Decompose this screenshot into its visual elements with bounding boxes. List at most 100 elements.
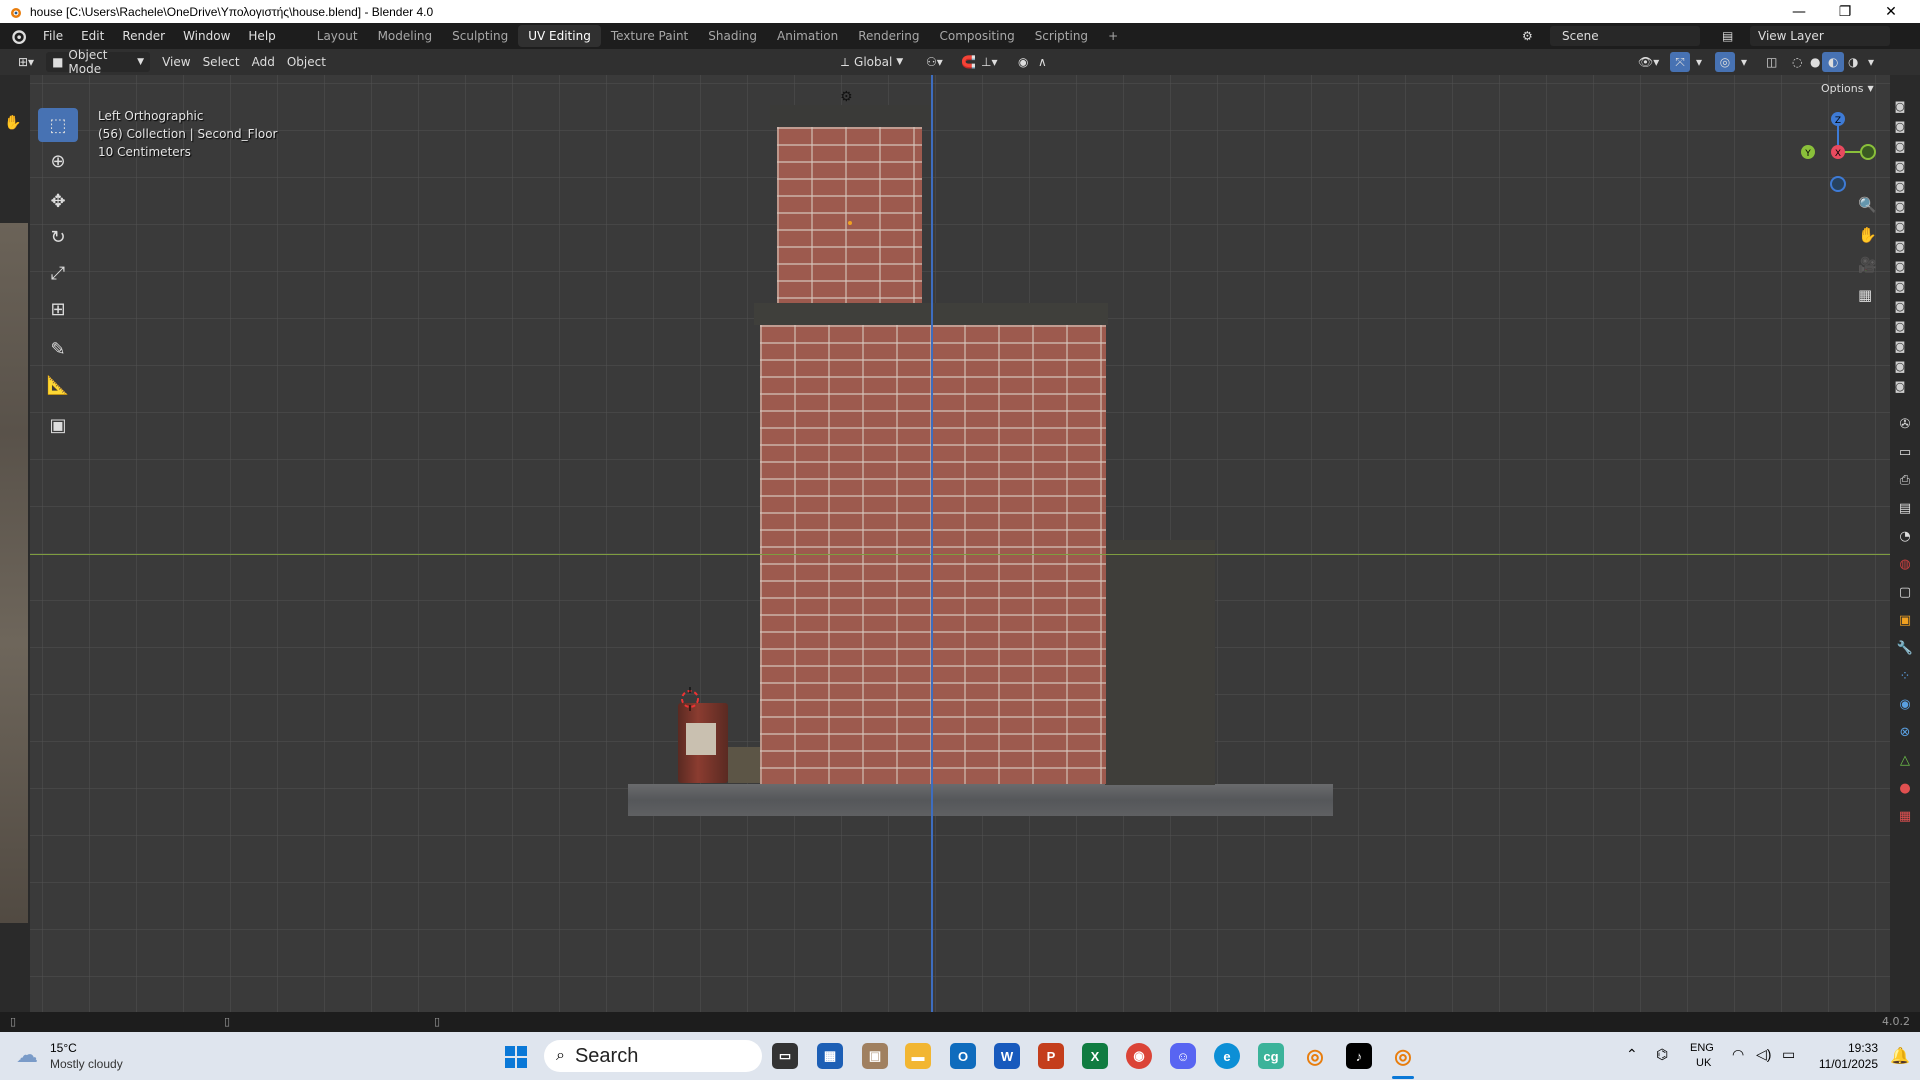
- shading-dropdown-icon[interactable]: ▾: [1862, 52, 1880, 72]
- notification-bell-icon[interactable]: 🔔: [1890, 1046, 1910, 1066]
- minimize-button[interactable]: —: [1776, 0, 1822, 23]
- tab-shading[interactable]: Shading: [698, 25, 767, 47]
- move-tool-icon[interactable]: ✥: [38, 184, 78, 218]
- camera-view-icon[interactable]: 🎥: [1858, 256, 1877, 274]
- weather-icon[interactable]: ☁: [16, 1042, 38, 1068]
- tab-compositing[interactable]: Compositing: [929, 25, 1024, 47]
- add-menu[interactable]: Add: [246, 52, 281, 72]
- outliner-camera-icon[interactable]: ◙: [1892, 360, 1908, 373]
- measure-tool-icon[interactable]: 📐: [38, 368, 78, 402]
- outliner-camera-icon[interactable]: ◙: [1892, 180, 1908, 193]
- outliner-camera-icon[interactable]: ◙: [1892, 380, 1908, 393]
- word-icon[interactable]: W: [994, 1043, 1020, 1069]
- edge-icon[interactable]: e: [1214, 1043, 1240, 1069]
- roof-slab[interactable]: [770, 105, 930, 127]
- chevron-up-icon[interactable]: ⌃: [1626, 1046, 1638, 1063]
- tab-rendering[interactable]: Rendering: [848, 25, 929, 47]
- scene-selector[interactable]: Scene: [1550, 26, 1700, 46]
- output-properties-icon[interactable]: ⎙: [1890, 466, 1920, 494]
- zoom-icon[interactable]: 🔍: [1858, 196, 1877, 214]
- add-cube-tool-icon[interactable]: ▣: [38, 408, 78, 442]
- tab-modeling[interactable]: Modeling: [368, 25, 443, 47]
- ground-slab[interactable]: [628, 784, 1333, 816]
- outliner-camera-icon[interactable]: ◙: [1892, 260, 1908, 273]
- gizmo-dropdown-icon[interactable]: ▾: [1690, 52, 1708, 72]
- visibility-icon[interactable]: 👁▾: [1632, 52, 1665, 72]
- select-box-tool-icon[interactable]: ⬚: [38, 108, 78, 142]
- outliner-camera-icon[interactable]: ◙: [1892, 220, 1908, 233]
- xray-icon[interactable]: ◫: [1760, 52, 1783, 72]
- modifier-properties-icon[interactable]: 🔧: [1890, 634, 1920, 662]
- brick-wall-top[interactable]: [777, 127, 922, 303]
- outliner-camera-icon[interactable]: ◙: [1892, 200, 1908, 213]
- menu-edit[interactable]: Edit: [72, 25, 113, 47]
- material-properties-icon[interactable]: ●: [1890, 774, 1920, 802]
- barrel-prop[interactable]: [678, 703, 728, 783]
- clock-time[interactable]: 19:33: [1818, 1041, 1878, 1055]
- overlay-dropdown-icon[interactable]: ▾: [1735, 52, 1753, 72]
- menu-file[interactable]: File: [34, 25, 72, 47]
- tab-scripting[interactable]: Scripting: [1025, 25, 1098, 47]
- blender-active-taskbar-icon[interactable]: ◎: [1390, 1043, 1416, 1069]
- scene-properties-icon[interactable]: ◔: [1890, 522, 1920, 550]
- world-properties-icon[interactable]: ◍: [1890, 550, 1920, 578]
- perspective-grid-icon[interactable]: ▦: [1858, 286, 1872, 304]
- data-properties-icon[interactable]: △: [1890, 746, 1920, 774]
- outliner-camera-icon[interactable]: ◙: [1892, 280, 1908, 293]
- outliner-camera-icon[interactable]: ◙: [1892, 160, 1908, 173]
- cursor-tool-icon[interactable]: ⊕: [38, 144, 78, 178]
- view-layer-selector[interactable]: View Layer: [1750, 26, 1890, 46]
- windows-start-icon[interactable]: [505, 1046, 527, 1068]
- file-explorer-icon[interactable]: ▬: [905, 1043, 931, 1069]
- gallery-icon[interactable]: ▣: [862, 1043, 888, 1069]
- powerpoint-icon[interactable]: P: [1038, 1043, 1064, 1069]
- scene-icon[interactable]: ⚙: [1522, 26, 1542, 46]
- menu-help[interactable]: Help: [239, 25, 284, 47]
- select-menu[interactable]: Select: [197, 52, 246, 72]
- discord-icon[interactable]: ☺: [1170, 1043, 1196, 1069]
- outliner-camera-icon[interactable]: ◙: [1892, 320, 1908, 333]
- overlay-toggle-icon[interactable]: ◎: [1715, 52, 1735, 72]
- menu-render[interactable]: Render: [113, 25, 174, 47]
- outliner-camera-icon[interactable]: ◙: [1892, 300, 1908, 313]
- blender-menu-icon[interactable]: [10, 28, 26, 44]
- clock-date[interactable]: 11/01/2025: [1808, 1057, 1878, 1071]
- chrome-icon[interactable]: ◉: [1126, 1043, 1152, 1069]
- tool-properties-icon[interactable]: ✇: [1890, 410, 1920, 438]
- crate-prop[interactable]: [728, 747, 760, 783]
- outliner-camera-icon[interactable]: ◙: [1892, 100, 1908, 113]
- transform-orientation[interactable]: ⟂ Global ▼: [835, 52, 913, 72]
- battery-icon[interactable]: ▭: [1782, 1046, 1795, 1063]
- wifi-icon[interactable]: ◠: [1732, 1046, 1744, 1063]
- region-indicator[interactable]: UK: [1696, 1057, 1711, 1069]
- hand-icon[interactable]: ✋: [4, 115, 21, 131]
- 3d-cursor-icon[interactable]: [678, 687, 702, 711]
- particles-properties-icon[interactable]: ⁘: [1890, 662, 1920, 690]
- editor-type-icon[interactable]: ⊞▾: [12, 52, 40, 72]
- tab-texture-paint[interactable]: Texture Paint: [601, 25, 698, 47]
- mode-selector[interactable]: ■ Object Mode ▼: [46, 48, 151, 76]
- object-properties-icon[interactable]: ▣: [1890, 606, 1920, 634]
- transform-tool-icon[interactable]: ⊞: [38, 292, 78, 326]
- 3d-viewport[interactable]: ⚙: [30, 75, 1890, 1012]
- blender-taskbar-icon[interactable]: ◎: [1302, 1043, 1328, 1069]
- navigation-gizmo[interactable]: Z Y X: [1793, 108, 1885, 192]
- menu-window[interactable]: Window: [174, 25, 239, 47]
- outliner-camera-icon[interactable]: ◙: [1892, 120, 1908, 133]
- snap-target-icon[interactable]: ⊥▾: [975, 52, 1003, 72]
- tab-uv-editing[interactable]: UV Editing: [518, 25, 601, 47]
- tiktok-icon[interactable]: ♪: [1346, 1043, 1372, 1069]
- view-layer-properties-icon[interactable]: ▤: [1890, 494, 1920, 522]
- tab-sculpting[interactable]: Sculpting: [442, 25, 518, 47]
- side-wall[interactable]: [1105, 540, 1215, 785]
- camera-object-icon[interactable]: ⚙: [840, 89, 853, 105]
- outliner-camera-icon[interactable]: ◙: [1892, 140, 1908, 153]
- pan-hand-icon[interactable]: ✋: [1858, 226, 1877, 244]
- weather-desc[interactable]: Mostly cloudy: [50, 1057, 123, 1071]
- tab-animation[interactable]: Animation: [767, 25, 848, 47]
- object-menu[interactable]: Object: [281, 52, 332, 72]
- gizmo-toggle-icon[interactable]: ⤧: [1670, 52, 1690, 72]
- taskbar-search[interactable]: ⌕ Search: [544, 1040, 762, 1072]
- collection-properties-icon[interactable]: ▢: [1890, 578, 1920, 606]
- outliner-camera-icon[interactable]: ◙: [1892, 340, 1908, 353]
